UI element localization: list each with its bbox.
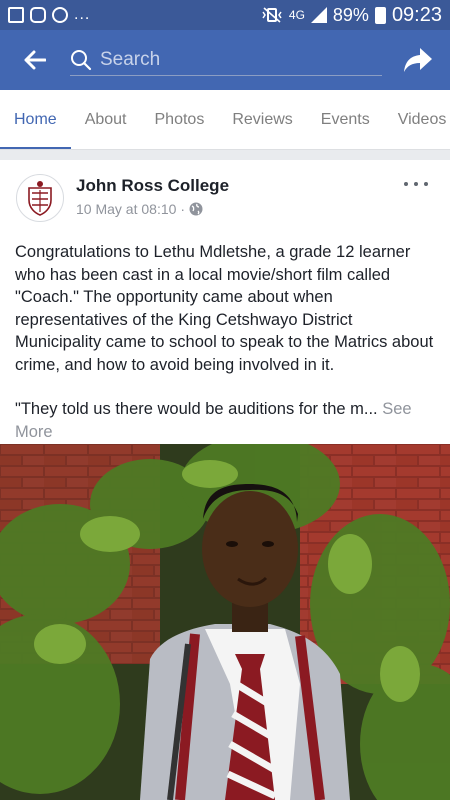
page-tabs: Home About Photos Reviews Events Videos [0,90,450,150]
share-arrow-icon [404,48,432,72]
messenger-notification-icon [52,7,68,23]
truncated-text: "They told us there would be auditions f… [15,400,383,418]
post-timestamp[interactable]: 10 May at 08:10 [76,201,176,217]
more-dot-icon [414,182,418,186]
meta-separator: · [180,201,186,217]
post-paragraph-truncated: "They told us there would be auditions f… [15,398,435,443]
more-dot-icon [404,182,408,186]
more-dot-icon [424,182,428,186]
notification-icons: ... [8,6,90,24]
student-photo-image [0,444,450,800]
post-header: John Ross College 10 May at 08:10 · [0,160,450,236]
post-text: Congratulations to Lethu Mdletshe, a gra… [0,236,450,443]
globe-icon [189,202,203,216]
page-name[interactable]: John Ross College [76,176,229,196]
vibrate-mute-icon [262,7,282,23]
post-paragraph: Congratulations to Lethu Mdletshe, a gra… [15,243,434,374]
status-bar: ... 4G 89% 09:23 [0,0,450,30]
tab-photos[interactable]: Photos [141,90,219,149]
search-underline [70,75,382,76]
back-arrow-icon [24,50,46,70]
tab-about[interactable]: About [71,90,141,149]
notification-overflow: ... [74,6,91,23]
system-icons: 4G 89% 09:23 [261,4,442,27]
app-bar [0,30,450,90]
search-input[interactable] [100,49,370,71]
feed-post: John Ross College 10 May at 08:10 · Cong… [0,160,450,800]
college-crest-icon [28,181,52,216]
post-meta: 10 May at 08:10 · [76,201,203,217]
clock: 09:23 [391,3,442,26]
instagram-notification-icon [30,7,46,23]
battery-icon [374,6,386,24]
signal-icon [310,7,327,23]
share-button[interactable] [386,30,450,90]
tab-home[interactable]: Home [0,90,71,149]
search-icon [71,50,92,71]
tab-reviews[interactable]: Reviews [218,90,306,149]
gallery-notification-icon [8,7,24,23]
back-button[interactable] [0,30,70,90]
post-options-button[interactable] [404,178,428,190]
post-photo[interactable] [0,444,450,800]
tab-events[interactable]: Events [307,90,384,149]
tab-videos[interactable]: Videos [384,90,450,149]
battery-percent: 89% [332,4,369,25]
search-bar[interactable] [70,40,382,80]
network-type: 4G [288,8,305,22]
page-avatar[interactable] [16,174,64,222]
